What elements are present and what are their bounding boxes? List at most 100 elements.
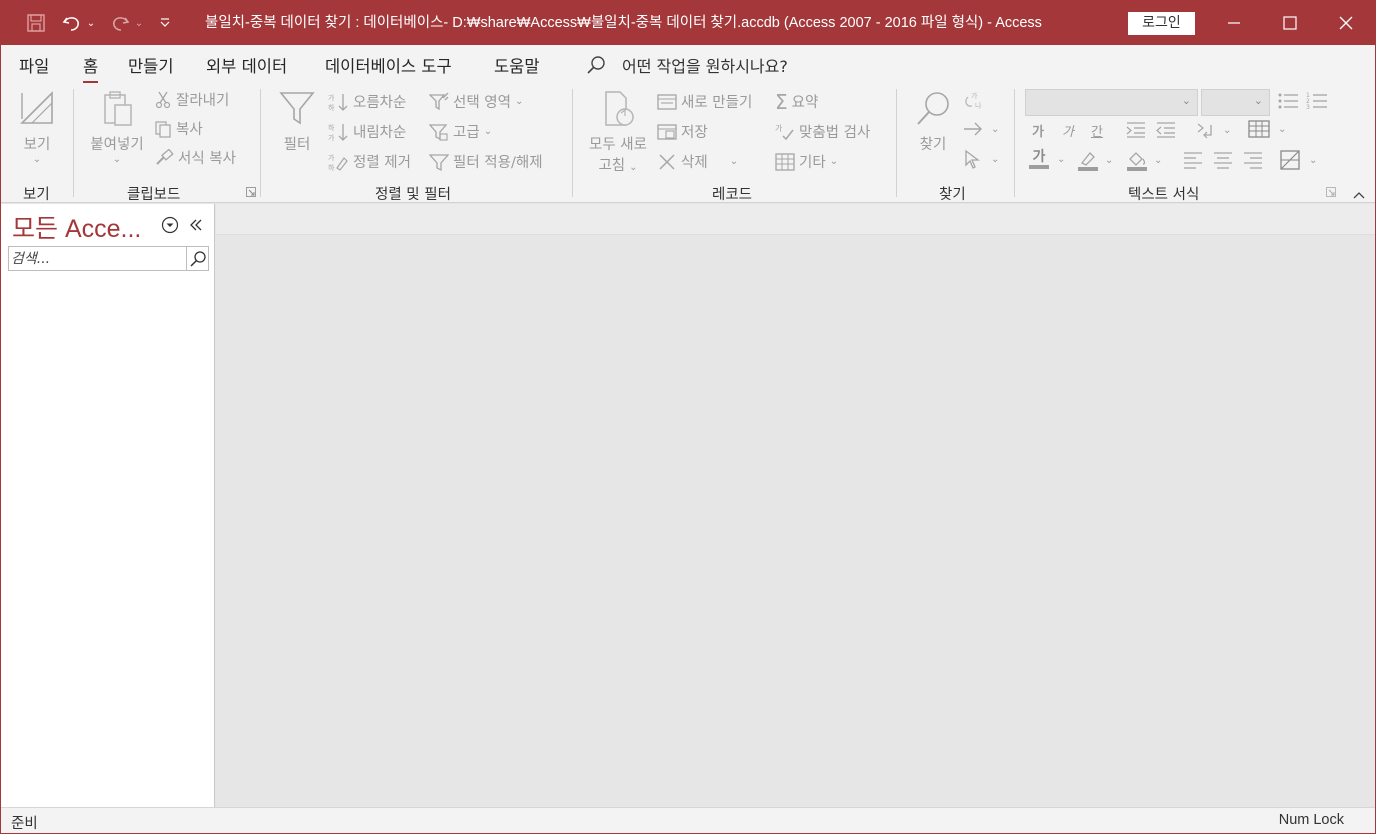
nav-pane-menu-icon[interactable] xyxy=(161,216,179,234)
font-size-dropdown[interactable]: ⌄ xyxy=(1201,89,1270,116)
separator xyxy=(73,89,74,197)
spelling-button[interactable]: 가 맞춤법 검사 xyxy=(775,121,870,142)
redo-dropdown-icon[interactable]: ⌄ xyxy=(133,11,145,35)
num-lock-indicator: Num Lock xyxy=(1278,812,1344,828)
remove-sort-label: 정렬 제거 xyxy=(353,155,411,171)
bullets-button[interactable] xyxy=(1277,91,1299,111)
tell-me-box[interactable]: 어떤 작업을 원하시나요? xyxy=(585,53,788,77)
copy-icon xyxy=(155,120,171,138)
delete-record-button[interactable]: 삭제 ⌄ xyxy=(657,151,738,172)
text-formatting-launcher-icon[interactable] xyxy=(1326,187,1336,197)
sort-ascending-button[interactable]: 가하 오름차순 xyxy=(327,91,406,112)
save-record-icon xyxy=(657,123,677,140)
paste-icon xyxy=(104,91,132,126)
nav-search-button[interactable] xyxy=(186,247,208,270)
tab-create[interactable]: 만들기 xyxy=(128,53,174,77)
bold-button[interactable]: 가 xyxy=(1032,121,1044,140)
view-icon xyxy=(20,91,53,124)
align-left-button[interactable] xyxy=(1183,151,1203,169)
group-records-label: 레코드 xyxy=(712,187,753,203)
underline-button[interactable]: 간 xyxy=(1091,121,1103,140)
maximize-button[interactable] xyxy=(1262,1,1318,45)
alternate-row-color-dropdown-icon: ⌄ xyxy=(1309,154,1318,166)
close-button[interactable] xyxy=(1318,1,1374,45)
refresh-all-label-2: 고침 ⌄ xyxy=(583,154,653,175)
paste-button[interactable]: 붙여넣기 ⌄ xyxy=(85,89,149,165)
sort-descending-button[interactable]: 하가 내림차순 xyxy=(327,121,406,142)
group-find-label: 찾기 xyxy=(939,187,966,203)
filter-button[interactable]: 필터 xyxy=(275,89,319,154)
toggle-filter-button[interactable]: 필터 적용/해제 xyxy=(429,151,543,172)
save-record-button[interactable]: 저장 xyxy=(657,121,708,142)
save-icon[interactable] xyxy=(23,11,49,35)
copy-button[interactable]: 복사 xyxy=(154,118,203,139)
totals-button[interactable]: Σ 요약 xyxy=(775,91,818,112)
save-record-label: 저장 xyxy=(681,125,708,141)
numbering-button[interactable]: 123 xyxy=(1306,91,1328,111)
separator xyxy=(260,89,261,197)
ribbon-tabs: 파일 홈 만들기 외부 데이터 데이터베이스 도구 도움말 어떤 작업을 원하시… xyxy=(1,45,1375,84)
more-button[interactable]: 기타 ⌄ xyxy=(775,151,838,172)
select-button[interactable]: ⌄ xyxy=(963,149,999,169)
nav-pane-title[interactable]: 모든 Acce... xyxy=(12,209,141,245)
collapse-pane-icon[interactable] xyxy=(189,218,203,232)
advanced-filter-icon xyxy=(429,123,448,141)
alternate-row-color-button[interactable]: ⌄ xyxy=(1279,149,1317,171)
align-right-button[interactable] xyxy=(1243,151,1263,169)
decrease-indent-button[interactable] xyxy=(1155,121,1177,139)
align-center-icon xyxy=(1214,152,1232,169)
delete-icon xyxy=(659,153,675,170)
new-record-button[interactable]: 새로 만들기 xyxy=(657,91,752,112)
view-button[interactable]: 보기 ⌄ xyxy=(15,89,59,165)
go-to-button[interactable]: ⌄ xyxy=(963,119,999,139)
tab-help[interactable]: 도움말 xyxy=(494,53,540,77)
gridlines-button[interactable]: ⌄ xyxy=(1248,119,1286,139)
font-name-dropdown[interactable]: ⌄ xyxy=(1025,89,1198,116)
search-icon xyxy=(587,56,605,74)
nav-search-input[interactable] xyxy=(11,248,186,269)
paste-dropdown-icon: ⌄ xyxy=(112,154,122,165)
fill-color-icon xyxy=(1127,152,1147,171)
advanced-button[interactable]: 고급 ⌄ xyxy=(429,121,492,142)
refresh-all-dropdown-icon: ⌄ xyxy=(629,162,638,173)
new-record-label: 새로 만들기 xyxy=(681,95,753,111)
tab-home[interactable]: 홈 xyxy=(83,53,99,84)
sigma-icon: Σ xyxy=(775,89,788,114)
document-tab-strip xyxy=(216,204,1375,235)
italic-button[interactable]: 가 xyxy=(1062,121,1074,140)
arrow-right-icon xyxy=(964,122,982,136)
bold-label: 가 xyxy=(1032,125,1044,140)
status-bar: 준비 Num Lock xyxy=(1,807,1375,833)
highlight-button[interactable]: ⌄ xyxy=(1077,149,1113,171)
text-direction-button[interactable]: ⌄ xyxy=(1195,121,1231,139)
minimize-button[interactable] xyxy=(1206,1,1262,45)
font-color-button[interactable]: 가 ⌄ xyxy=(1029,149,1065,169)
selection-button[interactable]: 선택 영역 ⌄ xyxy=(429,91,523,112)
font-color-dropdown-icon: ⌄ xyxy=(1057,153,1066,165)
find-button[interactable]: 찾기 xyxy=(911,89,955,154)
undo-dropdown-icon[interactable]: ⌄ xyxy=(85,11,97,35)
clipboard-launcher-icon[interactable] xyxy=(246,187,256,197)
svg-text:하: 하 xyxy=(328,103,335,112)
collapse-ribbon-icon[interactable] xyxy=(1353,191,1365,199)
increase-indent-button[interactable] xyxy=(1125,121,1147,139)
format-painter-button[interactable]: 서식 복사 xyxy=(154,147,236,168)
title-bar: ⌄ ⌄ 불일치-중복 데이터 찾기 : 데이터베이스- D:₩share₩Acc… xyxy=(1,1,1375,45)
tab-database-tools[interactable]: 데이터베이스 도구 xyxy=(325,53,452,77)
cut-button[interactable]: 잘라내기 xyxy=(154,89,229,110)
selection-filter-icon xyxy=(429,92,449,110)
toggle-filter-icon xyxy=(429,153,449,171)
align-center-button[interactable] xyxy=(1213,151,1233,169)
redo-icon[interactable] xyxy=(107,11,133,35)
remove-sort-button[interactable]: 가하 정렬 제거 xyxy=(327,151,411,172)
refresh-all-button[interactable]: 모두 새로 고침 ⌄ xyxy=(583,89,653,175)
refresh-all-icon xyxy=(605,91,634,126)
login-button[interactable]: 로그인 xyxy=(1128,12,1195,35)
customize-icon[interactable] xyxy=(153,11,177,35)
close-icon xyxy=(1339,16,1353,30)
tab-file[interactable]: 파일 xyxy=(19,53,49,77)
undo-icon[interactable] xyxy=(59,11,85,35)
replace-button[interactable]: 가나 xyxy=(963,89,985,111)
background-color-button[interactable]: ⌄ xyxy=(1126,149,1162,171)
tab-external-data[interactable]: 외부 데이터 xyxy=(206,53,287,77)
